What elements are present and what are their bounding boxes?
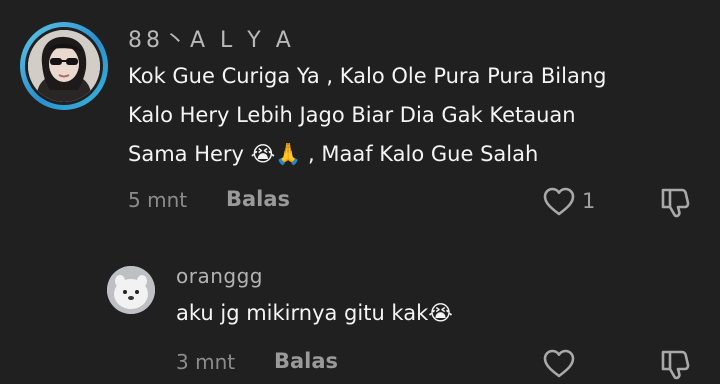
reply-username[interactable]: oranggg: [176, 264, 263, 288]
heart-icon[interactable]: [543, 349, 575, 379]
avatar-photo: [28, 30, 100, 102]
reply-button[interactable]: Balas: [274, 349, 338, 373]
comment-text-line-2: Kalo Hery Lebih Jago Biar Dia Gak Ketaua…: [128, 103, 576, 127]
avatar-story-ring[interactable]: [20, 22, 108, 110]
avatar: [28, 30, 100, 102]
avatar[interactable]: [107, 266, 155, 314]
comment-username[interactable]: 88丶A L Y A: [128, 22, 295, 54]
reply-timestamp: 3 mnt: [176, 350, 236, 374]
thumbs-down-icon[interactable]: [659, 186, 691, 218]
reply-button[interactable]: Balas: [226, 187, 290, 211]
heart-icon[interactable]: [543, 187, 575, 217]
thumbs-down-icon[interactable]: [659, 348, 691, 380]
reply-text: aku jg mikirnya gitu kak😭: [176, 301, 453, 325]
comment-text-line-3: Sama Hery 😭🙏 , Maaf Kalo Gue Salah: [128, 142, 539, 166]
comment-text-line-1: Kok Gue Curiga Ya , Kalo Ole Pura Pura B…: [128, 64, 607, 88]
comment-timestamp: 5 mnt: [128, 188, 188, 212]
avatar-photo: [107, 266, 155, 314]
like-count: 1: [582, 189, 596, 213]
